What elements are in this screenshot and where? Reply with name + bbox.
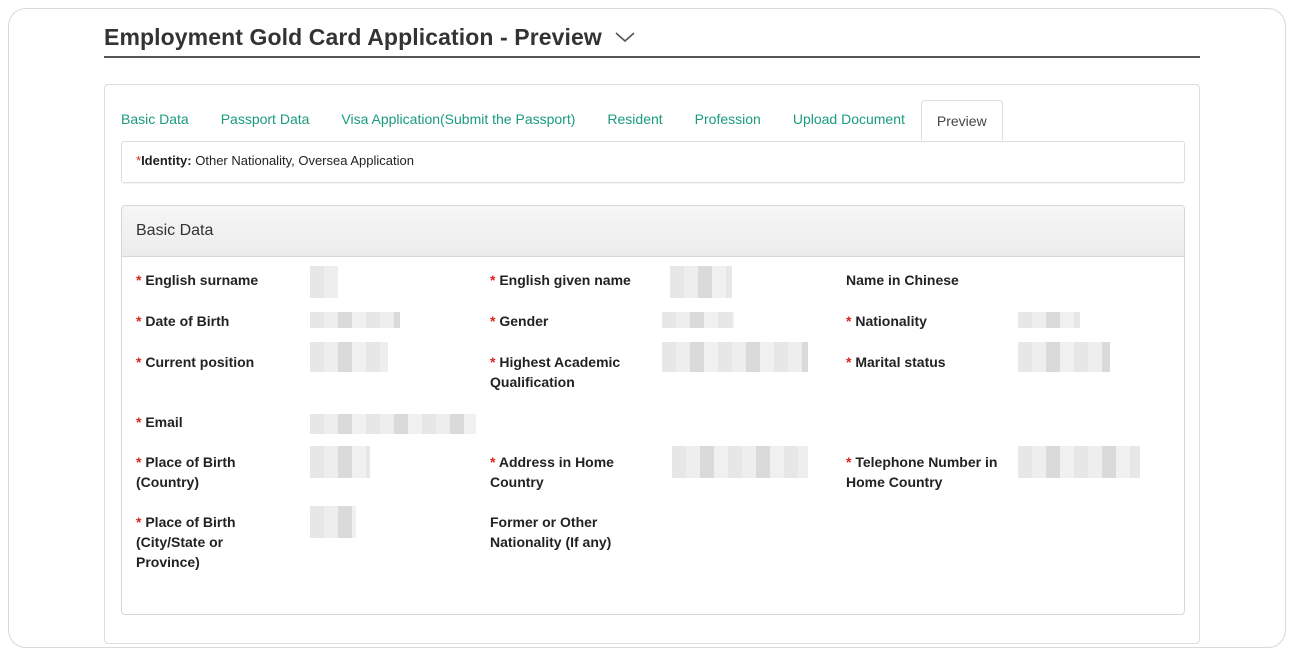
identity-box: *Identity: Other Nationality, Oversea Ap…	[121, 141, 1185, 183]
label-email: * Email	[136, 412, 286, 432]
label-text: Marital status	[855, 354, 946, 370]
value-english-given-name	[670, 266, 732, 298]
required-mark: *	[490, 454, 499, 470]
label-text: Former or Other Nationality (If any)	[490, 514, 612, 550]
required-mark: *	[136, 354, 146, 370]
value-email	[310, 414, 476, 434]
required-mark: *	[136, 414, 146, 430]
value-place-of-birth-city	[310, 506, 356, 538]
tab-upload-document[interactable]: Upload Document	[777, 99, 921, 139]
label-text: Nationality	[855, 313, 927, 329]
label-marital-status: * Marital status	[846, 352, 996, 372]
label-former-or-other-nationality: Former or Other Nationality (If any)	[490, 512, 640, 552]
label-text: Place of Birth (Country)	[136, 454, 236, 490]
required-mark: *	[490, 354, 500, 370]
label-place-of-birth-country: * Place of Birth (Country)	[136, 452, 256, 492]
basic-data-section: Basic Data * English surname * English g…	[121, 205, 1185, 615]
label-highest-academic-qualification: * Highest Academic Qualification	[490, 352, 650, 392]
label-text: English surname	[145, 272, 259, 288]
label-place-of-birth-city: * Place of Birth (City/State or Province…	[136, 512, 254, 572]
value-marital-status	[1018, 342, 1110, 372]
required-mark: *	[136, 514, 146, 530]
section-header: Basic Data	[122, 206, 1184, 257]
label-text: English given name	[499, 272, 631, 288]
label-date-of-birth: * Date of Birth	[136, 311, 286, 331]
page-title: Employment Gold Card Application - Previ…	[104, 23, 602, 50]
label-english-surname: * English surname	[136, 270, 286, 290]
value-telephone-number-in-home-country	[1018, 446, 1140, 478]
tab-preview[interactable]: Preview	[920, 100, 1003, 140]
value-address-in-home-country	[672, 446, 808, 478]
label-name-in-chinese: Name in Chinese	[846, 270, 996, 290]
label-text: Address in Home Country	[490, 454, 614, 490]
label-english-given-name: * English given name	[490, 270, 640, 290]
identity-label: Identity:	[141, 153, 192, 168]
value-highest-academic-qualification	[662, 342, 808, 372]
label-text: Email	[145, 414, 183, 430]
label-text: Telephone Number in Home Country	[846, 454, 998, 490]
value-place-of-birth-country	[310, 446, 370, 478]
required-mark: *	[136, 454, 146, 470]
label-text: Highest Academic Qualification	[490, 354, 621, 390]
tab-bar: Basic Data Passport Data Visa Applicatio…	[121, 99, 1003, 140]
label-text: Gender	[499, 313, 549, 329]
required-mark: *	[136, 313, 146, 329]
label-text: Date of Birth	[145, 313, 230, 329]
tab-visa-application[interactable]: Visa Application(Submit the Passport)	[325, 99, 591, 139]
required-mark: *	[846, 313, 856, 329]
label-nationality: * Nationality	[846, 311, 996, 331]
required-mark: *	[136, 272, 146, 288]
value-english-surname	[310, 266, 338, 298]
tab-profession[interactable]: Profession	[679, 99, 777, 139]
page-header: Employment Gold Card Application - Previ…	[104, 18, 1200, 58]
label-telephone-number-in-home-country: * Telephone Number in Home Country	[846, 452, 1006, 492]
content-panel: Basic Data Passport Data Visa Applicatio…	[104, 84, 1200, 644]
required-mark: *	[846, 454, 856, 470]
label-text: Place of Birth (City/State or Province)	[136, 514, 236, 570]
label-text: Current position	[145, 354, 255, 370]
label-current-position: * Current position	[136, 352, 286, 372]
required-mark: *	[846, 354, 856, 370]
value-gender	[662, 312, 734, 328]
chevron-down-icon[interactable]	[614, 30, 636, 44]
tab-resident[interactable]: Resident	[591, 99, 678, 139]
tab-passport-data[interactable]: Passport Data	[205, 99, 326, 139]
label-address-in-home-country: * Address in Home Country	[490, 452, 635, 492]
value-nationality	[1018, 312, 1080, 328]
label-gender: * Gender	[490, 311, 640, 331]
value-current-position	[310, 342, 388, 372]
value-date-of-birth	[310, 312, 400, 328]
identity-value: Other Nationality, Oversea Application	[195, 153, 414, 168]
required-mark: *	[490, 272, 500, 288]
required-mark: *	[490, 313, 500, 329]
label-text: Name in Chinese	[846, 272, 959, 288]
tab-basic-data[interactable]: Basic Data	[121, 99, 205, 139]
